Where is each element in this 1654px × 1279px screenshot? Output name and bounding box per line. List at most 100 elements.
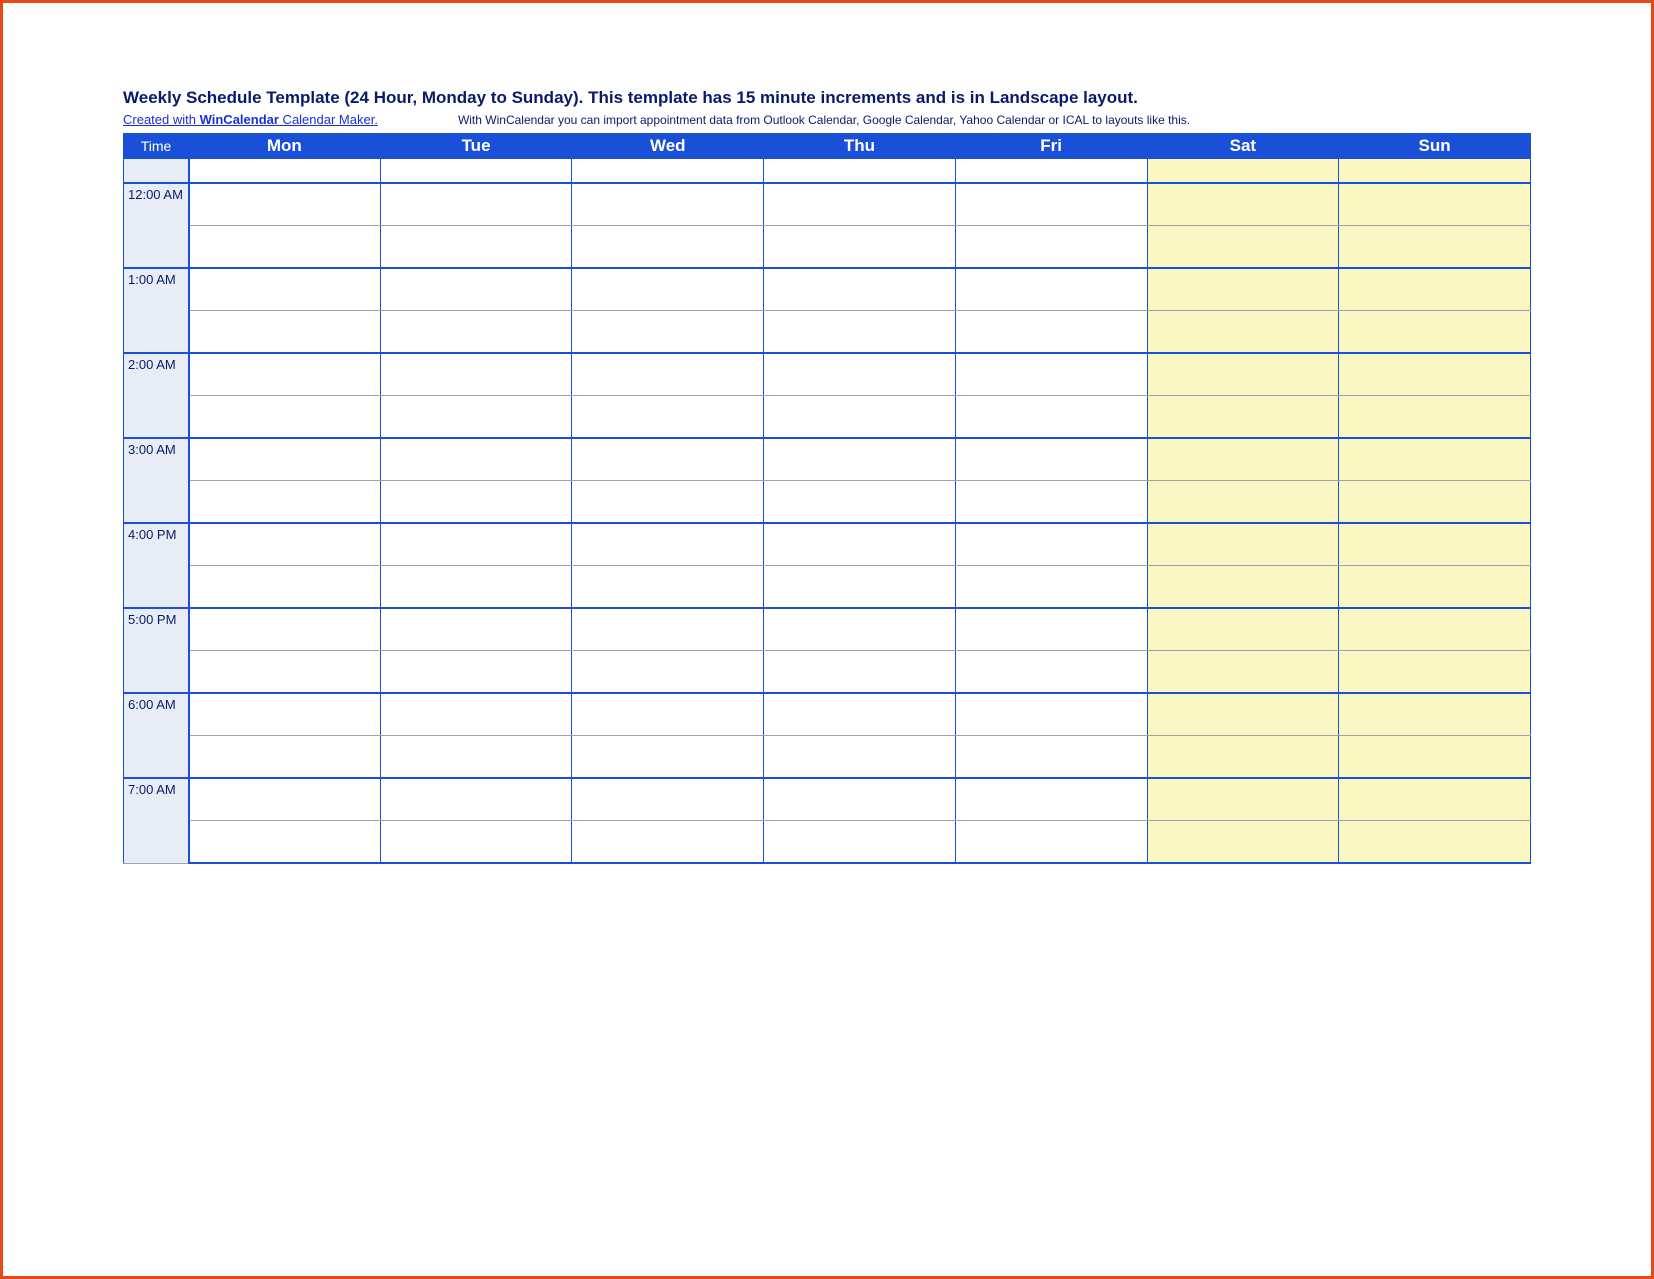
schedule-cell[interactable] [764, 396, 956, 439]
schedule-cell[interactable] [380, 353, 572, 396]
schedule-cell[interactable] [955, 693, 1147, 736]
schedule-cell[interactable] [572, 566, 764, 609]
schedule-cell[interactable] [955, 159, 1147, 184]
schedule-cell[interactable] [1339, 183, 1531, 226]
schedule-cell[interactable] [189, 396, 381, 439]
schedule-cell[interactable] [955, 821, 1147, 864]
schedule-cell[interactable] [572, 183, 764, 226]
schedule-cell[interactable] [572, 651, 764, 694]
schedule-cell[interactable] [764, 693, 956, 736]
schedule-cell[interactable] [1147, 736, 1339, 779]
schedule-cell[interactable] [380, 523, 572, 566]
schedule-cell[interactable] [1147, 311, 1339, 354]
schedule-cell[interactable] [764, 226, 956, 269]
schedule-cell[interactable] [955, 566, 1147, 609]
schedule-cell[interactable] [1147, 396, 1339, 439]
schedule-cell[interactable] [572, 159, 764, 184]
schedule-cell[interactable] [380, 481, 572, 524]
schedule-cell[interactable] [955, 268, 1147, 311]
credit-link[interactable]: Created with WinCalendar Calendar Maker. [123, 112, 378, 127]
schedule-cell[interactable] [955, 651, 1147, 694]
schedule-cell[interactable] [764, 523, 956, 566]
schedule-cell[interactable] [955, 778, 1147, 821]
schedule-cell[interactable] [1147, 651, 1339, 694]
schedule-cell[interactable] [1339, 481, 1531, 524]
schedule-cell[interactable] [1339, 608, 1531, 651]
schedule-cell[interactable] [1147, 778, 1339, 821]
schedule-cell[interactable] [1147, 183, 1339, 226]
schedule-cell[interactable] [1147, 268, 1339, 311]
schedule-cell[interactable] [764, 311, 956, 354]
schedule-cell[interactable] [1339, 566, 1531, 609]
schedule-cell[interactable] [1339, 311, 1531, 354]
schedule-cell[interactable] [955, 736, 1147, 779]
schedule-cell[interactable] [1147, 481, 1339, 524]
schedule-cell[interactable] [955, 523, 1147, 566]
schedule-cell[interactable] [764, 821, 956, 864]
schedule-cell[interactable] [1339, 396, 1531, 439]
schedule-cell[interactable] [189, 736, 381, 779]
schedule-cell[interactable] [1339, 651, 1531, 694]
schedule-cell[interactable] [955, 608, 1147, 651]
schedule-cell[interactable] [380, 311, 572, 354]
schedule-cell[interactable] [380, 693, 572, 736]
schedule-cell[interactable] [1339, 778, 1531, 821]
schedule-cell[interactable] [572, 523, 764, 566]
schedule-cell[interactable] [764, 353, 956, 396]
schedule-cell[interactable] [1339, 736, 1531, 779]
schedule-cell[interactable] [1147, 438, 1339, 481]
schedule-cell[interactable] [764, 183, 956, 226]
schedule-cell[interactable] [380, 821, 572, 864]
schedule-cell[interactable] [189, 651, 381, 694]
schedule-cell[interactable] [764, 566, 956, 609]
schedule-cell[interactable] [955, 396, 1147, 439]
schedule-cell[interactable] [955, 183, 1147, 226]
schedule-cell[interactable] [572, 778, 764, 821]
schedule-cell[interactable] [380, 159, 572, 184]
schedule-cell[interactable] [572, 438, 764, 481]
schedule-cell[interactable] [1147, 226, 1339, 269]
schedule-cell[interactable] [764, 438, 956, 481]
schedule-cell[interactable] [1147, 693, 1339, 736]
schedule-cell[interactable] [764, 736, 956, 779]
schedule-cell[interactable] [380, 608, 572, 651]
schedule-cell[interactable] [189, 778, 381, 821]
schedule-cell[interactable] [189, 183, 381, 226]
schedule-cell[interactable] [380, 183, 572, 226]
schedule-cell[interactable] [1339, 821, 1531, 864]
schedule-cell[interactable] [380, 226, 572, 269]
schedule-cell[interactable] [1339, 438, 1531, 481]
schedule-cell[interactable] [955, 226, 1147, 269]
schedule-cell[interactable] [189, 608, 381, 651]
schedule-cell[interactable] [1339, 268, 1531, 311]
schedule-cell[interactable] [764, 778, 956, 821]
schedule-cell[interactable] [380, 438, 572, 481]
schedule-cell[interactable] [1147, 523, 1339, 566]
schedule-cell[interactable] [572, 481, 764, 524]
schedule-cell[interactable] [1147, 566, 1339, 609]
schedule-cell[interactable] [380, 651, 572, 694]
schedule-cell[interactable] [189, 821, 381, 864]
schedule-cell[interactable] [1147, 608, 1339, 651]
schedule-cell[interactable] [572, 311, 764, 354]
schedule-cell[interactable] [955, 353, 1147, 396]
schedule-cell[interactable] [572, 268, 764, 311]
schedule-cell[interactable] [189, 353, 381, 396]
schedule-cell[interactable] [189, 523, 381, 566]
schedule-cell[interactable] [1147, 159, 1339, 184]
schedule-cell[interactable] [1147, 821, 1339, 864]
schedule-cell[interactable] [955, 481, 1147, 524]
schedule-cell[interactable] [572, 736, 764, 779]
schedule-cell[interactable] [380, 566, 572, 609]
schedule-cell[interactable] [1339, 226, 1531, 269]
schedule-cell[interactable] [764, 651, 956, 694]
schedule-cell[interactable] [189, 693, 381, 736]
schedule-cell[interactable] [189, 159, 381, 184]
schedule-cell[interactable] [572, 693, 764, 736]
schedule-cell[interactable] [189, 438, 381, 481]
schedule-cell[interactable] [189, 268, 381, 311]
schedule-cell[interactable] [380, 268, 572, 311]
schedule-cell[interactable] [1339, 523, 1531, 566]
schedule-cell[interactable] [572, 226, 764, 269]
schedule-cell[interactable] [189, 226, 381, 269]
